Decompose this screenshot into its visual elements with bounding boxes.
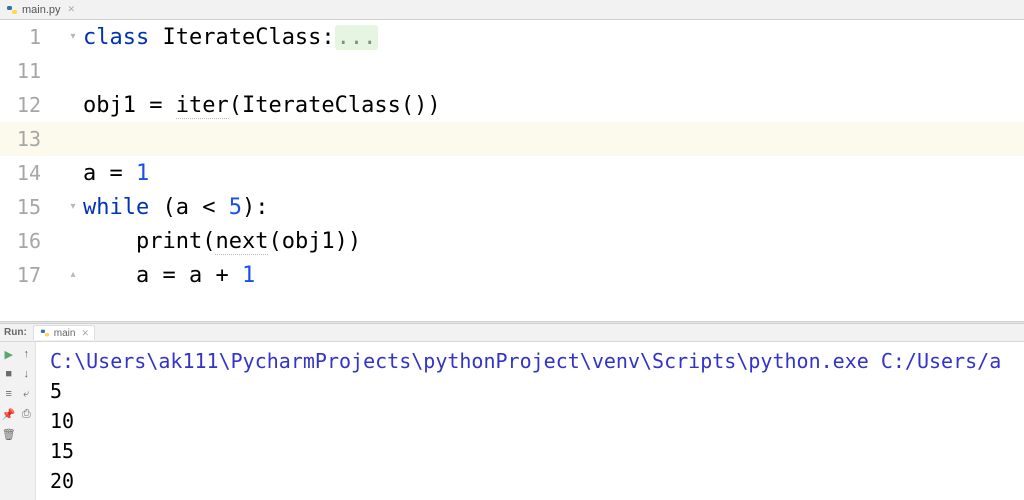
trash-icon[interactable]: 🗑 xyxy=(1,426,17,442)
code-line[interactable]: 17 ▴ a = a + 1 xyxy=(0,258,1024,292)
code-line[interactable]: 14 a = 1 xyxy=(0,156,1024,190)
run-tab-main[interactable]: main ✕ xyxy=(33,325,95,340)
console-output-line: 15 xyxy=(50,436,1016,466)
line-number: 15 xyxy=(0,195,55,219)
fold-gutter[interactable]: ▴ xyxy=(65,270,81,280)
console-output-line: 5 xyxy=(50,376,1016,406)
line-number: 13 xyxy=(0,127,55,151)
code-line[interactable]: 16 print(next(obj1)) xyxy=(0,224,1024,258)
code-text[interactable]: obj1 = iter(IterateClass()) xyxy=(81,93,441,118)
layout-icon[interactable]: ≡ xyxy=(1,386,17,402)
print-icon[interactable]: ⎙ xyxy=(18,406,34,422)
run-panel-label: Run: xyxy=(4,327,27,338)
run-header: Run: main ✕ xyxy=(0,324,1024,342)
code-text[interactable]: a = a + 1 xyxy=(81,263,255,288)
fold-expand-icon[interactable]: ▾ xyxy=(70,202,75,212)
line-number: 17 xyxy=(0,263,55,287)
pin-icon[interactable]: 📌 xyxy=(1,406,17,422)
code-line[interactable]: 15 ▾ while (a < 5): xyxy=(0,190,1024,224)
line-number: 11 xyxy=(0,59,55,83)
code-line[interactable]: 11 xyxy=(0,54,1024,88)
code-text[interactable]: class IterateClass:... xyxy=(81,25,378,50)
run-toolbar: ▶ ↑ ■ ↓ ≡ ⤶ 📌 ⎙ 🗑 xyxy=(0,342,36,500)
python-run-icon xyxy=(39,327,51,339)
fold-gutter[interactable]: ▾ xyxy=(65,202,81,212)
line-number: 14 xyxy=(0,161,55,185)
editor-tab-label: main.py xyxy=(22,4,61,16)
code-text[interactable]: a = 1 xyxy=(81,161,149,186)
code-text[interactable]: while (a < 5): xyxy=(81,195,268,220)
run-tool-window: Run: main ✕ ▶ ↑ ■ ↓ ≡ ⤶ xyxy=(0,324,1024,500)
line-number: 12 xyxy=(0,93,55,117)
fold-expand-icon[interactable]: ▾ xyxy=(70,32,75,42)
down-arrow-icon[interactable]: ↓ xyxy=(18,366,34,382)
fold-gutter[interactable]: ▾ xyxy=(65,32,81,42)
code-text[interactable]: print(next(obj1)) xyxy=(81,229,361,254)
code-editor[interactable]: 1 ▾ class IterateClass:... 11 12 obj1 = iter(… xyxy=(0,20,1024,321)
up-arrow-icon[interactable]: ↑ xyxy=(18,346,34,362)
rerun-icon[interactable]: ▶ xyxy=(1,346,17,362)
fold-collapse-icon[interactable]: ▴ xyxy=(70,270,75,280)
console-output-line: 10 xyxy=(50,406,1016,436)
editor-tab-bar: main.py ✕ xyxy=(0,0,1024,20)
console-command: C:\Users\ak111\PycharmProjects\pythonPro… xyxy=(50,346,1016,376)
console-output-line: 20 xyxy=(50,466,1016,496)
close-icon[interactable]: ✕ xyxy=(65,4,76,15)
close-icon[interactable]: ✕ xyxy=(78,328,89,339)
line-number: 1 xyxy=(0,25,55,49)
wrap-icon[interactable]: ⤶ xyxy=(18,386,34,402)
run-console[interactable]: C:\Users\ak111\PycharmProjects\pythonPro… xyxy=(36,342,1024,500)
code-line[interactable]: 13 xyxy=(0,122,1024,156)
editor-tab-main[interactable]: main.py ✕ xyxy=(0,0,81,19)
code-line[interactable]: 12 obj1 = iter(IterateClass()) xyxy=(0,88,1024,122)
stop-icon[interactable]: ■ xyxy=(1,366,17,382)
python-file-icon xyxy=(6,4,18,16)
line-number: 16 xyxy=(0,229,55,253)
code-line[interactable]: 1 ▾ class IterateClass:... xyxy=(0,20,1024,54)
run-tab-label: main xyxy=(54,328,76,339)
